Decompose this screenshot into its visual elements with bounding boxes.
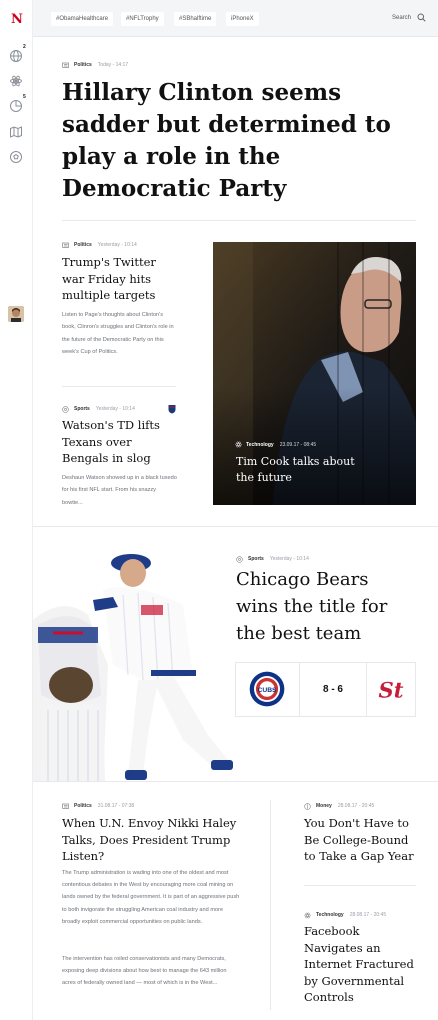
article-headline[interactable]: Watson's TD lifts Texans over Bengals in…	[62, 417, 180, 467]
away-team-logo[interactable]: St	[366, 662, 416, 717]
nfl-shield-icon	[168, 405, 176, 414]
article-meta: Sports Yesterday - 10:14	[236, 556, 309, 563]
money-icon	[304, 803, 312, 810]
article-body: The Trump administration is wading into …	[62, 870, 240, 925]
category-label[interactable]: Technology	[316, 912, 344, 918]
article-meta: Money 28.08.17 - 20:45	[304, 803, 375, 810]
avatar[interactable]	[8, 306, 24, 322]
soccer-ball-icon[interactable]	[9, 150, 23, 164]
article-body: The intervention has roiled conservation…	[62, 956, 227, 987]
article-meta: Sports Yesterday - 10:14	[62, 406, 135, 413]
article-summary: Listen to Page's thoughts about Clinton'…	[62, 312, 174, 355]
search-label[interactable]: Search	[392, 15, 411, 21]
article-meta: Politics 31.08.17 - 07:38	[62, 803, 134, 809]
trending-tag[interactable]: #SBhalftime	[174, 12, 217, 26]
map-icon[interactable]	[9, 125, 23, 139]
newspaper-icon	[62, 242, 70, 248]
chart-badge: 5	[23, 94, 26, 100]
trending-tag[interactable]: iPhoneX	[226, 12, 259, 26]
timestamp: Yesterday - 10:14	[269, 556, 309, 562]
article-meta: Technology 28.08.17 - 20:45	[304, 912, 387, 919]
atom-icon	[235, 441, 242, 448]
atom-icon	[304, 912, 312, 919]
article-headline[interactable]: Trump's Twitter war Friday hits multiple…	[62, 254, 178, 304]
timestamp: 23.09.17 - 08:45	[279, 441, 317, 448]
home-team-logo[interactable]: CUBS	[235, 662, 300, 717]
atom-icon[interactable]	[9, 74, 23, 88]
hero-headline[interactable]: Hillary Clinton seems sadder but determi…	[62, 77, 402, 205]
article-headline[interactable]: Tim Cook talks about the future	[236, 454, 356, 486]
timestamp: Yesterday - 10:14	[95, 406, 135, 412]
globe-badge: 2	[23, 44, 26, 50]
chart-pie-icon[interactable]	[9, 99, 23, 113]
divider	[62, 386, 176, 387]
globe-icon[interactable]	[9, 49, 23, 63]
away-team-label: St	[379, 678, 404, 703]
divider	[304, 885, 416, 886]
app-logo[interactable]: N	[11, 12, 23, 27]
category-label[interactable]: Technology	[246, 442, 274, 448]
soccer-ball-icon	[236, 556, 244, 563]
category-label[interactable]: Politics	[74, 803, 92, 809]
timestamp: 28.08.17 - 20:45	[337, 803, 375, 809]
timestamp: Today - 14:17	[97, 62, 129, 68]
category-label[interactable]: Sports	[74, 406, 90, 412]
category-label[interactable]: Politics	[74, 62, 92, 68]
hero-meta: Politics Today - 14:17	[62, 62, 128, 68]
article-meta: Politics Yesterday - 10:14	[62, 242, 137, 248]
divider	[33, 781, 438, 782]
search-icon[interactable]	[417, 13, 426, 22]
trending-tag[interactable]: #NFLTrophy	[121, 12, 164, 26]
newspaper-icon	[62, 62, 70, 68]
soccer-ball-icon	[62, 406, 70, 413]
article-image[interactable]	[33, 545, 245, 781]
timestamp: 31.08.17 - 07:38	[97, 803, 135, 809]
divider	[62, 220, 416, 221]
divider	[270, 800, 271, 1010]
category-label[interactable]: Money	[316, 803, 332, 809]
article-meta: Technology 23.09.17 - 08:45	[235, 441, 316, 448]
article-headline[interactable]: When U.N. Envoy Nikki Haley Talks, Does …	[62, 815, 242, 865]
category-label[interactable]: Sports	[248, 556, 264, 562]
article-headline[interactable]: You Don't Have to Be College-Bound to Ta…	[304, 815, 416, 865]
timestamp: 28.08.17 - 20:45	[349, 912, 387, 918]
trending-tag[interactable]: #ObamaHealthcare	[51, 12, 114, 26]
top-bar: #ObamaHealthcare #NFLTrophy #SBhalftime …	[33, 0, 438, 37]
article-headline[interactable]: Chicago Bears wins the title for the bes…	[236, 566, 416, 647]
sidebar: N 2 5	[0, 0, 33, 1020]
newspaper-icon	[62, 803, 70, 809]
category-label[interactable]: Politics	[74, 242, 92, 248]
article-headline[interactable]: Facebook Navigates an Internet Fractured…	[304, 923, 420, 1006]
divider	[33, 526, 438, 527]
timestamp: Yesterday - 10:14	[97, 242, 137, 248]
score: 8 - 6	[322, 684, 343, 695]
home-team-label: CUBS	[257, 687, 277, 694]
article-summary: Deshaun Watson showed up in a black tuxe…	[62, 475, 177, 506]
